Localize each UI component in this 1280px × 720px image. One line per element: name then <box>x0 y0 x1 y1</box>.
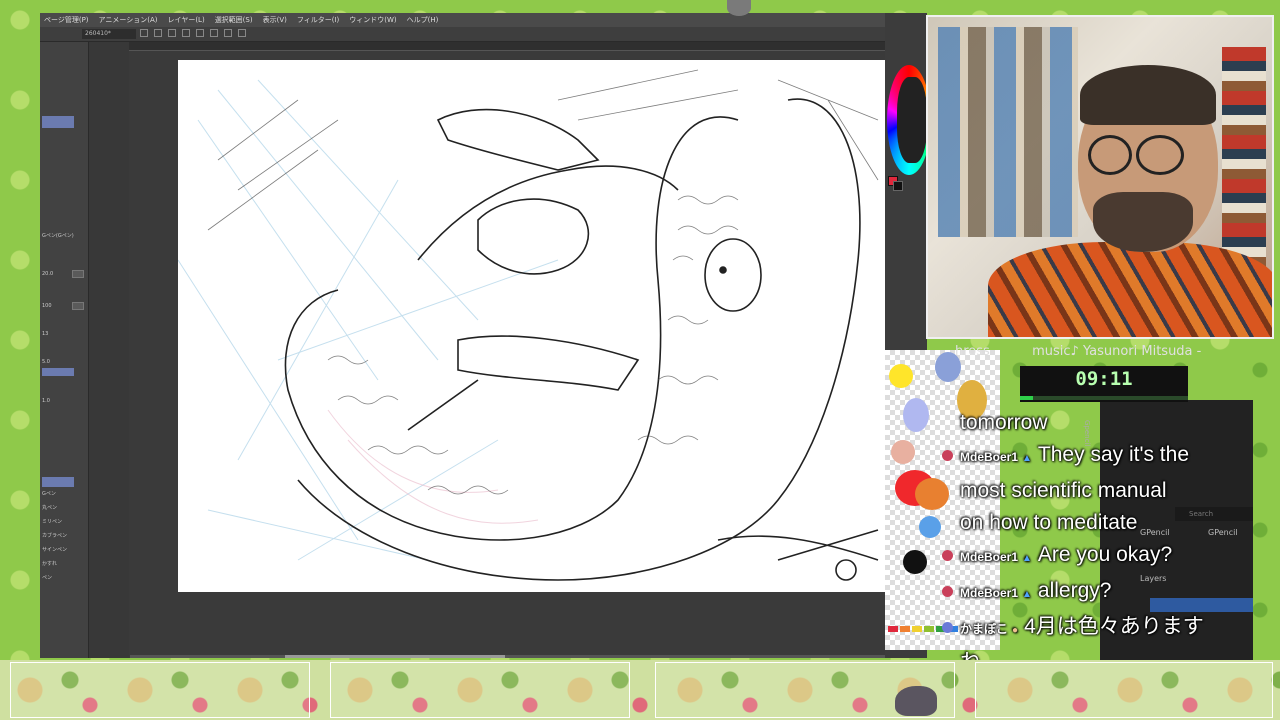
twitch-badge-icon <box>942 449 953 461</box>
horizontal-ruler <box>90 42 885 51</box>
sub-tool-selected[interactable] <box>42 477 74 487</box>
paint-blob-sky <box>919 516 941 538</box>
beard <box>1093 192 1193 252</box>
paint-app-window: ページ管理(P) アニメーション(A) レイヤー(L) 選択範囲(S) 表示(V… <box>40 13 885 658</box>
sub-color-swatch[interactable] <box>893 181 903 191</box>
stream-timer: 09:11 <box>1020 366 1188 402</box>
paint-blob-lavender <box>903 398 929 432</box>
chat-message: MdeBoer1 ▲ They say it's the <box>942 439 1255 475</box>
hair <box>1080 65 1216 125</box>
platform-icon: ▲ <box>1022 453 1032 464</box>
menu-view[interactable]: 表示(V) <box>263 13 287 27</box>
brush-item-2[interactable]: ミリペン <box>42 518 86 526</box>
brush-size-stepper[interactable] <box>72 270 84 278</box>
menu-window[interactable]: ウィンドウ(W) <box>349 13 396 27</box>
brush-item-6[interactable]: ペン <box>42 574 86 582</box>
menu-page[interactable]: ページ管理(P) <box>44 13 89 27</box>
chat-message: MdeBoer1 ▲ Are you okay? <box>942 539 1255 575</box>
chat-line: tomorrow <box>960 411 1048 434</box>
chat-overlay: tomorrow MdeBoer1 ▲ They say it's the most… <box>942 407 1255 679</box>
twitch-badge-icon <box>942 549 953 561</box>
chat-line: most scientific manual <box>960 479 1167 502</box>
open-file-icon[interactable] <box>154 29 162 37</box>
paint-blob-black <box>903 550 927 574</box>
paint-blob-orange <box>915 478 949 510</box>
chat-username: MdeBoer1 <box>960 550 1019 564</box>
command-icons <box>140 29 246 37</box>
brush-item-4[interactable]: サインペン <box>42 546 86 554</box>
menu-bar: ページ管理(P) アニメーション(A) レイヤー(L) 選択範囲(S) 表示(V… <box>40 13 885 27</box>
now-playing: hross music♪ Yasunori Mitsuda - <box>955 344 1253 364</box>
scrollbar-thumb[interactable] <box>285 655 505 658</box>
glasses-right <box>1136 135 1184 175</box>
redo-icon[interactable] <box>196 29 204 37</box>
selected-tool-highlight[interactable] <box>42 116 74 128</box>
mascot-sprite-bottom <box>895 686 937 716</box>
save-icon[interactable] <box>168 29 176 37</box>
brush-name-label: Gペン(Gペン) <box>42 233 74 239</box>
platform-icon: ▲ <box>1022 553 1032 564</box>
transform-icon[interactable] <box>224 29 232 37</box>
timer-progress-bar <box>1020 396 1188 400</box>
menu-animation[interactable]: アニメーション(A) <box>99 13 158 27</box>
webcam-feed <box>926 15 1274 339</box>
document-tab[interactable]: 260410* <box>82 29 136 39</box>
menu-help[interactable]: ヘルプ(H) <box>407 13 439 27</box>
opacity-stepper[interactable] <box>72 302 84 310</box>
footer-slot-2 <box>330 662 630 718</box>
stabilization-value: 13 <box>42 331 49 337</box>
sketch-drawing <box>178 69 879 581</box>
chat-username: かまぼこ <box>960 622 1009 636</box>
menu-layer[interactable]: レイヤー(L) <box>168 13 205 27</box>
color-slider[interactable] <box>42 368 74 376</box>
wall-posters <box>938 27 1078 237</box>
sweater <box>988 242 1272 337</box>
swatch-orange[interactable] <box>900 626 910 632</box>
chat-line: on how to meditate <box>960 511 1138 534</box>
ink-value: 5.0 <box>42 359 50 365</box>
thickness-value: 1.0 <box>42 398 50 404</box>
subscriber-badge-icon <box>942 621 953 633</box>
swatch-lime[interactable] <box>924 626 934 632</box>
canvas-scrollbar[interactable] <box>130 655 885 658</box>
menu-filter[interactable]: フィルター(I) <box>297 13 339 27</box>
menu-selection[interactable]: 選択範囲(S) <box>215 13 253 27</box>
glasses-left <box>1088 135 1132 175</box>
music-prefix: hross <box>955 344 990 359</box>
footer-slot-4 <box>975 662 1273 718</box>
brush-item-5[interactable]: かすれ <box>42 560 86 568</box>
music-title: music♪ Yasunori Mitsuda - <box>1032 344 1202 359</box>
tool-property-panel: Gペン(Gペン) 20.0 100 13 5.0 1.0 Gペン 丸ペン ミリペ… <box>40 42 89 658</box>
brush-item-3[interactable]: カブラペン <box>42 532 86 540</box>
clear-icon[interactable] <box>210 29 218 37</box>
fill-icon[interactable] <box>238 29 246 37</box>
chat-username: MdeBoer1 <box>960 450 1019 464</box>
chat-message: MdeBoer1 ▲ allergy? <box>942 575 1255 611</box>
swatch-red[interactable] <box>888 626 898 632</box>
command-bar: 260410* <box>40 27 885 42</box>
footer-slot-1 <box>10 662 310 718</box>
timer-value: 09:11 <box>1075 368 1133 390</box>
twitch-badge-icon <box>942 585 953 597</box>
tool-strip <box>89 42 129 658</box>
undo-icon[interactable] <box>182 29 190 37</box>
new-file-icon[interactable] <box>140 29 148 37</box>
platform-icon: ▲ <box>1022 589 1032 600</box>
timer-progress-fill <box>1020 396 1034 400</box>
brush-item-1[interactable]: 丸ペン <box>42 504 86 512</box>
emote-icon: ● <box>1012 625 1019 636</box>
brush-item-0[interactable]: Gペン <box>42 490 86 498</box>
chat-username: MdeBoer1 <box>960 586 1019 600</box>
drawing-canvas[interactable] <box>178 60 885 592</box>
chat-message: かまぼこ ● 4月は色々あります <box>942 611 1255 647</box>
color-wheel[interactable] <box>887 65 931 175</box>
paint-blob-pink <box>891 440 915 464</box>
mascot-sprite-top <box>727 0 751 16</box>
paint-blob-yellow <box>889 364 913 388</box>
swatch-yellow[interactable] <box>912 626 922 632</box>
